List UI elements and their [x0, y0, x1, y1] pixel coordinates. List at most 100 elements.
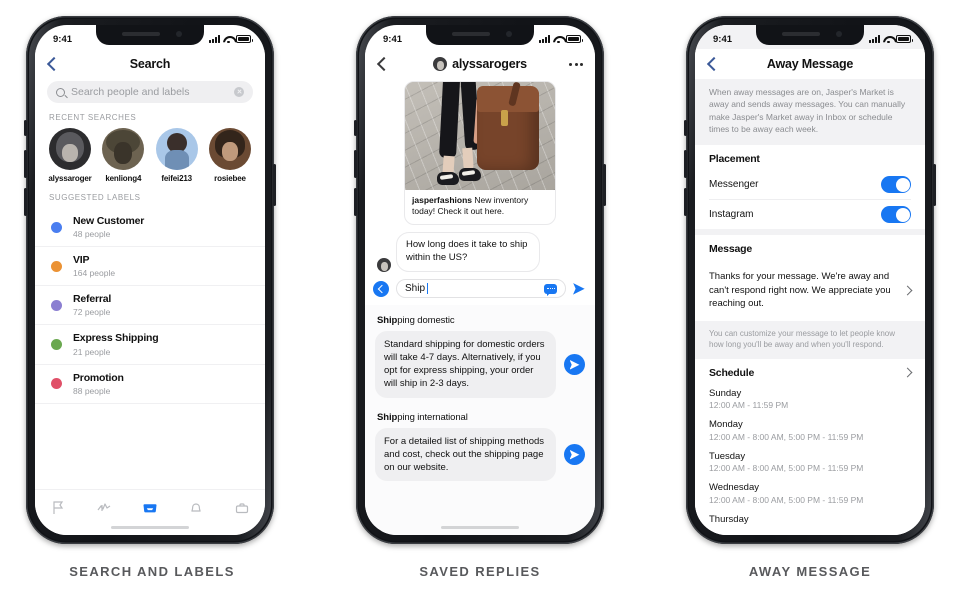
back-button[interactable] — [706, 56, 729, 72]
text-caret — [427, 283, 429, 295]
battery-icon — [566, 35, 583, 43]
volume-up-button[interactable] — [24, 150, 27, 178]
phone3-navbar: Away Message — [695, 49, 925, 79]
schedule-day-times: 12:00 AM - 11:59 PM — [709, 400, 789, 411]
schedule-day-name: Sunday — [709, 387, 742, 399]
saved-replies-bubble-icon[interactable] — [544, 283, 557, 294]
messenger-toggle[interactable] — [881, 176, 911, 194]
mute-switch[interactable] — [684, 120, 687, 136]
instagram-toggle[interactable] — [881, 206, 911, 224]
status-bar: 9:41 — [35, 25, 265, 49]
power-button[interactable] — [603, 164, 606, 206]
away-message-text: Thanks for your message. We're away and … — [709, 271, 891, 310]
mute-switch[interactable] — [354, 120, 357, 136]
status-icons — [209, 35, 253, 43]
phone3-screen: 9:41 Away Message When away messages are… — [695, 25, 925, 535]
saved-reply-body: For a detailed list of shipping methods … — [375, 427, 556, 481]
placement-row-instagram[interactable]: Instagram — [709, 200, 911, 229]
send-icon[interactable] — [573, 282, 585, 295]
recent-search-name: rosiebee — [214, 174, 246, 183]
photo-ankle — [462, 147, 474, 171]
page-title: Away Message — [766, 57, 854, 71]
recent-search-item[interactable]: alyssaroger — [47, 128, 93, 183]
away-message-page: 9:41 Away Message When away messages are… — [695, 25, 925, 535]
shared-post-card[interactable]: jasperfashions New inventory today! Chec… — [404, 81, 556, 226]
label-name: Promotion — [73, 371, 124, 384]
label-text-group: Promotion 88 people — [73, 372, 124, 396]
battery-icon — [236, 35, 253, 43]
saved-reply-title: Shipping international — [375, 408, 585, 428]
post-author: jasperfashions — [412, 195, 472, 205]
sender-avatar — [377, 258, 391, 273]
search-icon — [56, 87, 65, 97]
schedule-day-row[interactable]: Wednesday 12:00 AM - 8:00 AM, 5:00 PM - … — [709, 477, 911, 509]
phone1-navbar: Search — [35, 49, 265, 79]
list-item[interactable]: Referral 72 people — [35, 286, 265, 326]
power-button[interactable] — [933, 164, 936, 206]
message-input-row: Ship — [365, 272, 595, 306]
schedule-day-row[interactable]: Tuesday 12:00 AM - 8:00 AM, 5:00 PM - 11… — [709, 446, 911, 478]
label-color-dot — [51, 378, 62, 390]
schedule-day-row[interactable]: Thursday — [709, 509, 911, 529]
clear-icon[interactable] — [234, 87, 244, 97]
send-circle-icon[interactable] — [564, 443, 585, 465]
volume-up-button[interactable] — [684, 150, 687, 178]
recent-search-item[interactable]: kenliong4 — [100, 128, 146, 183]
more-options-icon[interactable] — [561, 62, 583, 66]
back-button[interactable] — [46, 56, 69, 72]
schedule-header-row[interactable]: Schedule — [709, 367, 913, 383]
saved-reply-row[interactable]: Standard shipping for domestic orders wi… — [375, 331, 585, 398]
volume-down-button[interactable] — [354, 188, 357, 216]
status-time: 9:41 — [53, 33, 73, 45]
schedule-day-row[interactable]: Monday 12:00 AM - 8:00 AM, 5:00 PM - 11:… — [709, 414, 911, 446]
chevron-left-icon — [46, 56, 62, 72]
mute-switch[interactable] — [24, 120, 27, 136]
placement-row-messenger[interactable]: Messenger — [709, 170, 911, 201]
schedule-day-name: Monday — [709, 419, 743, 431]
tab-analytics-icon[interactable] — [96, 500, 112, 516]
tab-briefcase-icon[interactable] — [234, 500, 250, 516]
send-circle-icon[interactable] — [564, 353, 585, 375]
tab-flag-icon[interactable] — [50, 500, 66, 516]
recent-search-item[interactable]: feifei213 — [154, 128, 200, 183]
schedule-day-name: Thursday — [709, 513, 749, 525]
message-input[interactable]: Ship — [396, 279, 566, 299]
recent-search-name: feifei213 — [161, 174, 192, 183]
volume-up-button[interactable] — [354, 150, 357, 178]
label-color-dot — [51, 338, 62, 350]
avatar — [208, 128, 251, 170]
search-input[interactable]: Search people and labels — [47, 81, 253, 103]
chevron-left-icon — [376, 56, 392, 72]
saved-reply-row[interactable]: For a detailed list of shipping methods … — [375, 427, 585, 481]
label-text-group: Express Shipping 21 people — [73, 332, 159, 356]
label-text-group: Referral 72 people — [73, 293, 111, 317]
saved-reply-title: Shipping domestic — [375, 311, 585, 331]
list-item[interactable]: Express Shipping 21 people — [35, 325, 265, 365]
recent-searches-header: RECENT SEARCHES — [49, 113, 137, 122]
list-item[interactable]: Promotion 88 people — [35, 365, 265, 404]
volume-down-button[interactable] — [684, 188, 687, 216]
wifi-icon — [223, 35, 233, 43]
schedule-day-row[interactable]: Sunday 12:00 AM - 11:59 PM — [709, 383, 911, 415]
cellular-signal-icon — [869, 35, 880, 43]
cellular-signal-icon — [539, 35, 550, 43]
status-icons — [869, 35, 913, 43]
volume-down-button[interactable] — [24, 188, 27, 216]
conversation-title[interactable]: alyssarogers — [399, 57, 561, 71]
back-button[interactable] — [376, 56, 399, 72]
back-circle-icon[interactable] — [373, 280, 389, 297]
list-item[interactable]: VIP 164 people — [35, 247, 265, 287]
label-count: 48 people — [73, 229, 111, 240]
power-button[interactable] — [273, 164, 276, 206]
recent-search-item[interactable]: rosiebee — [207, 128, 253, 183]
tab-inbox-icon[interactable] — [142, 500, 158, 516]
saved-reply-title-rest: ping international — [397, 411, 468, 423]
message-row[interactable]: Thanks for your message. We're away and … — [695, 262, 925, 321]
list-item[interactable]: New Customer 48 people — [35, 208, 265, 248]
post-caption: jasperfashions New inventory today! Chec… — [405, 190, 555, 224]
caption-saved-replies: SAVED REPLIES — [419, 564, 541, 579]
placement-label: Messenger — [709, 179, 759, 191]
tab-bell-icon[interactable] — [188, 500, 204, 516]
cellular-signal-icon — [209, 35, 220, 43]
status-icons — [539, 35, 583, 43]
